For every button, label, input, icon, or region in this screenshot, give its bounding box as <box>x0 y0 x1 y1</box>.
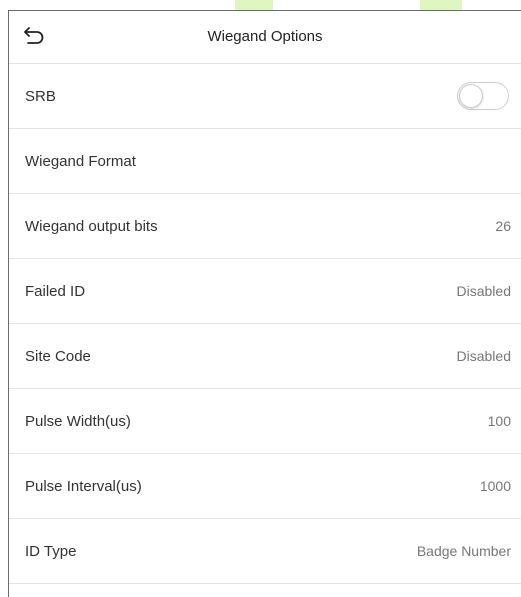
setting-value: 100 <box>487 413 511 429</box>
setting-row-wiegand-format[interactable]: Wiegand Format <box>9 129 521 194</box>
setting-row-pulse-interval[interactable]: Pulse Interval(us) 1000 <box>9 454 521 519</box>
setting-value: 26 <box>495 218 511 234</box>
setting-row-wiegand-output-bits[interactable]: Wiegand output bits 26 <box>9 194 521 259</box>
setting-label: Pulse Interval(us) <box>25 477 142 495</box>
header-bar: Wiegand Options <box>9 11 521 64</box>
setting-label: Wiegand Format <box>25 152 136 170</box>
wiegand-options-screen: Wiegand Options SRB Wiegand Format Wiega… <box>8 10 521 597</box>
background-accent <box>420 0 462 10</box>
setting-label: Wiegand output bits <box>25 217 158 235</box>
setting-row-srb[interactable]: SRB <box>9 64 521 129</box>
setting-label: Site Code <box>25 347 91 365</box>
setting-value: 1000 <box>479 478 511 494</box>
srb-toggle[interactable] <box>457 82 509 110</box>
setting-label: SRB <box>25 87 56 105</box>
setting-label: Pulse Width(us) <box>25 412 131 430</box>
toggle-knob <box>459 84 483 108</box>
background-accent <box>235 0 273 10</box>
setting-label: Failed ID <box>25 282 86 300</box>
setting-row-site-code[interactable]: Site Code Disabled <box>9 324 521 389</box>
setting-row-pulse-width[interactable]: Pulse Width(us) 100 <box>9 389 521 454</box>
setting-row-id-type[interactable]: ID Type Badge Number <box>9 519 521 584</box>
setting-row-failed-id[interactable]: Failed ID Disabled <box>9 259 521 324</box>
page-title: Wiegand Options <box>207 28 323 45</box>
setting-value: Disabled <box>456 283 511 299</box>
setting-value: Badge Number <box>416 543 511 559</box>
setting-value: Disabled <box>456 348 511 364</box>
setting-label: ID Type <box>25 542 77 560</box>
